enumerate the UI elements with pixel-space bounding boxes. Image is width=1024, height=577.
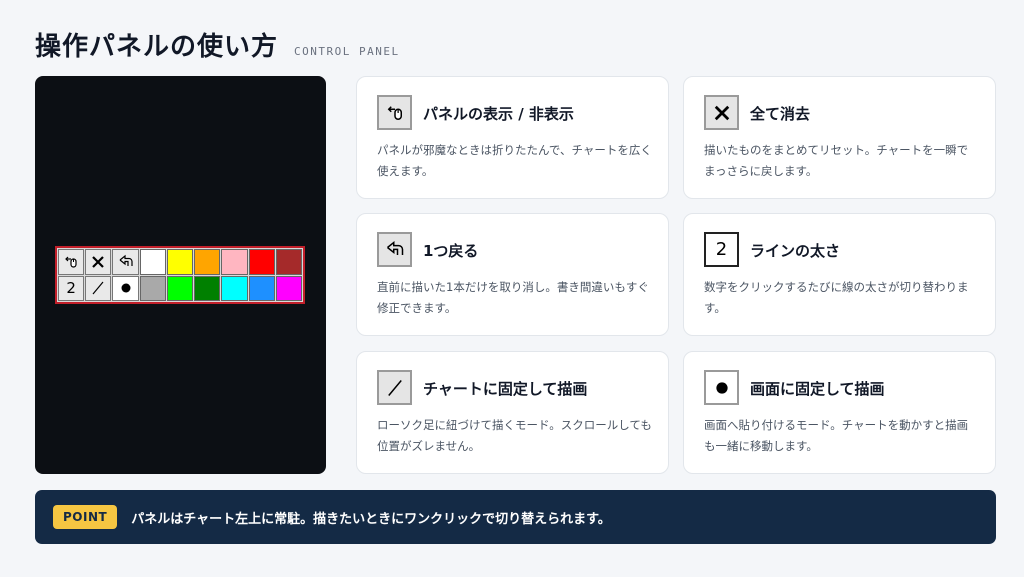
- card-description: 数字をクリックするたびに線の太さが切り替わります。: [704, 280, 969, 315]
- hide-panel-icon: [387, 105, 402, 120]
- screen-fixed-dot-icon: [121, 283, 131, 293]
- color-swatch-magenta[interactable]: [275, 275, 302, 301]
- point-banner: POINT パネルはチャート左上に常駐。描きたいときにワンクリックで切り替えられ…: [35, 490, 996, 544]
- line-width-icon: 2: [715, 239, 728, 260]
- chart-preview: 2: [35, 76, 326, 474]
- line-width-button[interactable]: 2: [58, 275, 85, 301]
- card-line-width: 2 ラインの太さ 数字をクリックするたびに線の太さが切り替わります。: [683, 213, 996, 336]
- color-swatch-red[interactable]: [248, 249, 275, 275]
- undo-icon: [119, 254, 133, 266]
- card-title: 画面に固定して描画: [750, 380, 885, 398]
- drawing-toolbar: 2: [55, 246, 305, 304]
- point-text: パネルはチャート左上に常駐。描きたいときにワンクリックで切り替えられます。: [131, 511, 611, 527]
- chart-fixed-line-icon: [387, 379, 402, 396]
- page-title: 操作パネルの使い方: [35, 32, 279, 62]
- point-badge: POINT: [53, 505, 118, 529]
- card-title: パネルの表示 / 非表示: [423, 105, 574, 123]
- color-swatch-blue[interactable]: [248, 275, 275, 301]
- color-swatch-lime[interactable]: [166, 275, 194, 301]
- color-swatch-pink[interactable]: [221, 249, 248, 275]
- card-screen-fixed-draw: 画面に固定して描画 画面へ貼り付けるモード。チャートを動かすと描画も一緒に移動し…: [683, 351, 996, 474]
- hide-panel-icon: [65, 256, 77, 268]
- card-title: チャートに固定して描画: [423, 380, 588, 398]
- page-subtitle: CONTROL PANEL: [294, 45, 400, 58]
- color-swatch-brown[interactable]: [275, 249, 302, 275]
- card-description: 直前に描いた1本だけを取り消し。書き間違いもすぐ修正できます。: [377, 280, 649, 315]
- card-icon-box: [377, 370, 412, 405]
- card-icon-box: [704, 95, 739, 130]
- screen-fixed-dot-icon: [715, 381, 728, 394]
- card-icon-box: [377, 95, 412, 130]
- line-width-label: 2: [66, 279, 76, 298]
- card-description: 画面へ貼り付けるモード。チャートを動かすと描画も一緒に移動します。: [704, 418, 969, 453]
- card-icon-box: [377, 232, 412, 267]
- hide-panel-button[interactable]: [58, 249, 85, 275]
- clear-all-icon: [92, 255, 105, 268]
- card-title: ラインの太さ: [750, 242, 841, 260]
- card-title: 全て消去: [750, 105, 811, 123]
- card-undo: 1つ戻る 直前に描いた1本だけを取り消し。書き間違いもすぐ修正できます。: [356, 213, 669, 336]
- card-description: パネルが邪魔なときは折りたたんで、チャートを広く使えます。: [377, 143, 652, 178]
- card-title: 1つ戻る: [423, 242, 479, 260]
- card-clear-all: 全て消去 描いたものをまとめてリセット。チャートを一瞬でまっさらに戻します。: [683, 76, 996, 199]
- undo-icon: [386, 240, 403, 255]
- screen-fixed-draw-button[interactable]: [112, 275, 139, 301]
- color-swatch-orange[interactable]: [194, 249, 221, 275]
- card-icon-box: 2: [704, 232, 739, 267]
- color-swatch-white[interactable]: [139, 249, 166, 275]
- color-swatch-yellow[interactable]: [166, 249, 194, 275]
- clear-all-icon: [714, 105, 729, 120]
- color-swatch-green[interactable]: [194, 275, 221, 301]
- page-header: 操作パネルの使い方 CONTROL PANEL: [35, 26, 400, 63]
- card-chart-fixed-draw: チャートに固定して描画 ローソク足に紐づけて描くモード。スクロールしても位置がズ…: [356, 351, 669, 474]
- color-swatch-cyan[interactable]: [221, 275, 248, 301]
- chart-fixed-draw-button[interactable]: [85, 275, 112, 301]
- clear-all-button[interactable]: [85, 249, 112, 275]
- color-swatch-gray[interactable]: [139, 275, 166, 301]
- undo-button[interactable]: [112, 249, 139, 275]
- card-toggle-panel: パネルの表示 / 非表示 パネルが邪魔なときは折りたたんで、チャートを広く使えま…: [356, 76, 669, 199]
- chart-fixed-line-icon: [92, 281, 104, 295]
- card-icon-box: [704, 370, 739, 405]
- card-description: ローソク足に紐づけて描くモード。スクロールしても位置がズレません。: [377, 418, 652, 453]
- card-description: 描いたものをまとめてリセット。チャートを一瞬でまっさらに戻します。: [704, 143, 969, 178]
